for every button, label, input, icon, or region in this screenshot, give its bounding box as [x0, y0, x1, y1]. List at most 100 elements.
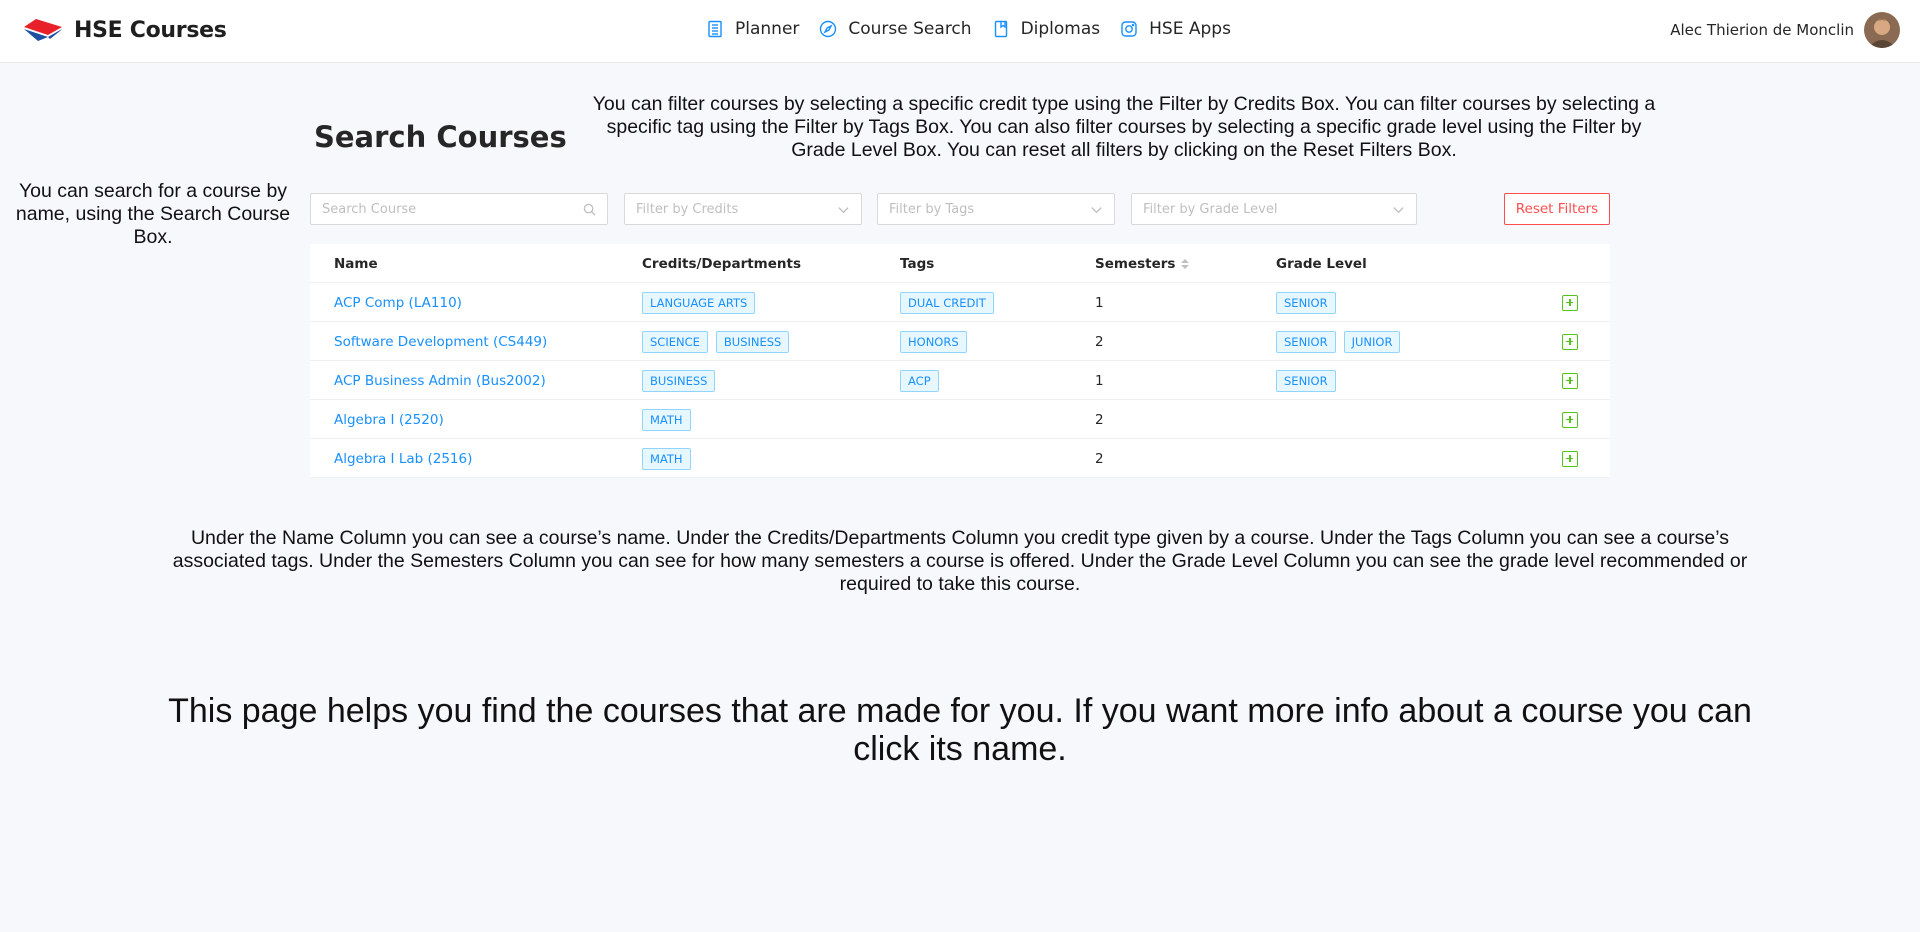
add-course-icon[interactable] [1562, 450, 1578, 467]
credit-tag: BUSINESS [642, 369, 716, 392]
courses-table: Name Credits/Departments Tags Semesters … [310, 244, 1610, 478]
page-title: Search Courses [314, 120, 567, 154]
cell-grade: SENIOR JUNIOR [1276, 322, 1408, 361]
table-row: Software Development (CS449) SCIENCE BUSIN… [310, 322, 1610, 361]
table-row: ACP Comp (LA110) LANGUAGE ARTS DUAL CREDIT… [310, 283, 1610, 322]
main-nav: Planner Course Search Diplomas HSE Apps [706, 19, 1251, 39]
nav-diplomas-label: Diplomas [1020, 19, 1101, 39]
col-header-name: Name [334, 255, 378, 272]
chevron-down-icon [1091, 206, 1102, 213]
chevron-down-icon [838, 206, 849, 213]
cell-credits: SCIENCE BUSINESS [642, 322, 797, 361]
add-course-icon[interactable] [1562, 294, 1578, 311]
cell-add [1562, 400, 1578, 439]
add-course-icon[interactable] [1562, 372, 1578, 389]
table-row: Algebra I Lab (2516) MATH 2 [310, 439, 1610, 478]
cell-add [1562, 283, 1578, 322]
course-tag: HONORS [900, 330, 967, 353]
cell-name: Algebra I Lab (2516) [334, 439, 472, 478]
cell-name: Algebra I (2520) [334, 400, 444, 439]
course-name-link[interactable]: Algebra I (2520) [334, 412, 444, 428]
tags-filter-select[interactable]: Filter by Tags [877, 193, 1115, 225]
table-row: ACP Business Admin (Bus2002) BUSINESS ACP 1… [310, 361, 1610, 400]
hse-logo-icon [24, 19, 62, 41]
nav-planner-label: Planner [735, 19, 800, 39]
sort-icon[interactable] [1181, 258, 1190, 269]
top-navbar: HSE Courses Planner Course Search Diplom… [0, 0, 1920, 63]
nav-hse-apps[interactable]: HSE Apps [1120, 19, 1231, 39]
cell-credits: MATH [642, 439, 699, 478]
page-help-annotation: This page helps you find the courses tha… [168, 692, 1752, 768]
search-icon [583, 203, 596, 216]
grade-filter-placeholder: Filter by Grade Level [1143, 201, 1278, 217]
nav-course-search-label: Course Search [848, 19, 972, 39]
credit-tag: BUSINESS [715, 330, 790, 353]
course-tag: ACP [900, 369, 939, 392]
credit-tag: LANGUAGE ARTS [642, 291, 756, 314]
cell-credits: LANGUAGE ARTS [642, 283, 763, 322]
course-name-link[interactable]: Software Development (CS449) [334, 334, 547, 350]
table-body: ACP Comp (LA110) LANGUAGE ARTS DUAL CREDIT… [310, 283, 1610, 478]
credits-filter-placeholder: Filter by Credits [636, 201, 739, 217]
credit-tag: SCIENCE [642, 330, 708, 353]
cell-tags: DUAL CREDIT [900, 283, 1002, 322]
cell-grade: SENIOR [1276, 361, 1344, 400]
grade-filter-select[interactable]: Filter by Grade Level [1131, 193, 1417, 225]
course-name-link[interactable]: ACP Business Admin (Bus2002) [334, 373, 546, 389]
col-header-credits: Credits/Departments [642, 255, 802, 272]
search-input[interactable]: Search Course [310, 193, 608, 225]
nav-hse-apps-label: HSE Apps [1149, 19, 1231, 39]
cell-semesters: 1 [1095, 294, 1104, 311]
credit-tag: MATH [642, 447, 691, 470]
user-name: Alec Thierion de Monclin [1670, 21, 1854, 39]
columns-help-annotation: Under the Name Column you can see a cour… [172, 527, 1748, 595]
course-tag: DUAL CREDIT [900, 291, 994, 314]
search-help-annotation: You can search for a course by name, usi… [15, 180, 291, 248]
cell-semesters: 2 [1095, 411, 1104, 428]
compass-icon [820, 20, 837, 38]
table-row: Algebra I (2520) MATH 2 [310, 400, 1610, 439]
col-header-tags: Tags [900, 255, 935, 272]
grade-tag: SENIOR [1276, 291, 1336, 314]
app-title: HSE Courses [74, 17, 227, 43]
instagram-icon [1121, 21, 1137, 37]
cell-semesters: 2 [1095, 450, 1104, 467]
filter-help-annotation: You can filter courses by selecting a sp… [592, 93, 1656, 161]
cell-add [1562, 361, 1578, 400]
cell-credits: BUSINESS [642, 361, 723, 400]
tags-filter-placeholder: Filter by Tags [889, 201, 975, 217]
cell-semesters: 1 [1095, 372, 1104, 389]
cell-add [1562, 322, 1578, 361]
user-menu[interactable]: Alec Thierion de Monclin [1670, 12, 1900, 48]
cell-tags: HONORS [900, 322, 975, 361]
col-header-semesters[interactable]: Semesters [1095, 244, 1190, 283]
avatar[interactable] [1864, 12, 1900, 48]
cell-credits: MATH [642, 400, 699, 439]
planner-icon [708, 20, 722, 38]
nav-planner[interactable]: Planner [706, 19, 799, 39]
grade-tag: JUNIOR [1343, 330, 1401, 353]
add-course-icon[interactable] [1562, 411, 1578, 428]
credits-filter-select[interactable]: Filter by Credits [624, 193, 862, 225]
nav-course-search[interactable]: Course Search [819, 19, 972, 39]
grade-tag: SENIOR [1276, 330, 1336, 353]
cell-add [1562, 439, 1578, 478]
course-name-link[interactable]: Algebra I Lab (2516) [334, 451, 472, 467]
table-header-row: Name Credits/Departments Tags Semesters … [310, 244, 1610, 283]
chevron-down-icon [1393, 206, 1404, 213]
cell-name: ACP Business Admin (Bus2002) [334, 361, 546, 400]
cell-name: Software Development (CS449) [334, 322, 547, 361]
course-name-link[interactable]: ACP Comp (LA110) [334, 295, 462, 311]
add-course-icon[interactable] [1562, 333, 1578, 350]
cell-semesters: 2 [1095, 333, 1104, 350]
cell-name: ACP Comp (LA110) [334, 283, 462, 322]
col-header-semesters-label: Semesters [1095, 255, 1176, 272]
logo[interactable]: HSE Courses [22, 17, 227, 43]
reset-filters-button[interactable]: Reset Filters [1504, 193, 1610, 225]
grade-tag: SENIOR [1276, 369, 1336, 392]
col-header-grade: Grade Level [1276, 255, 1367, 272]
credit-tag: MATH [642, 408, 691, 431]
book-icon [994, 20, 1007, 38]
nav-diplomas[interactable]: Diplomas [992, 19, 1101, 39]
cell-tags: ACP [900, 361, 947, 400]
